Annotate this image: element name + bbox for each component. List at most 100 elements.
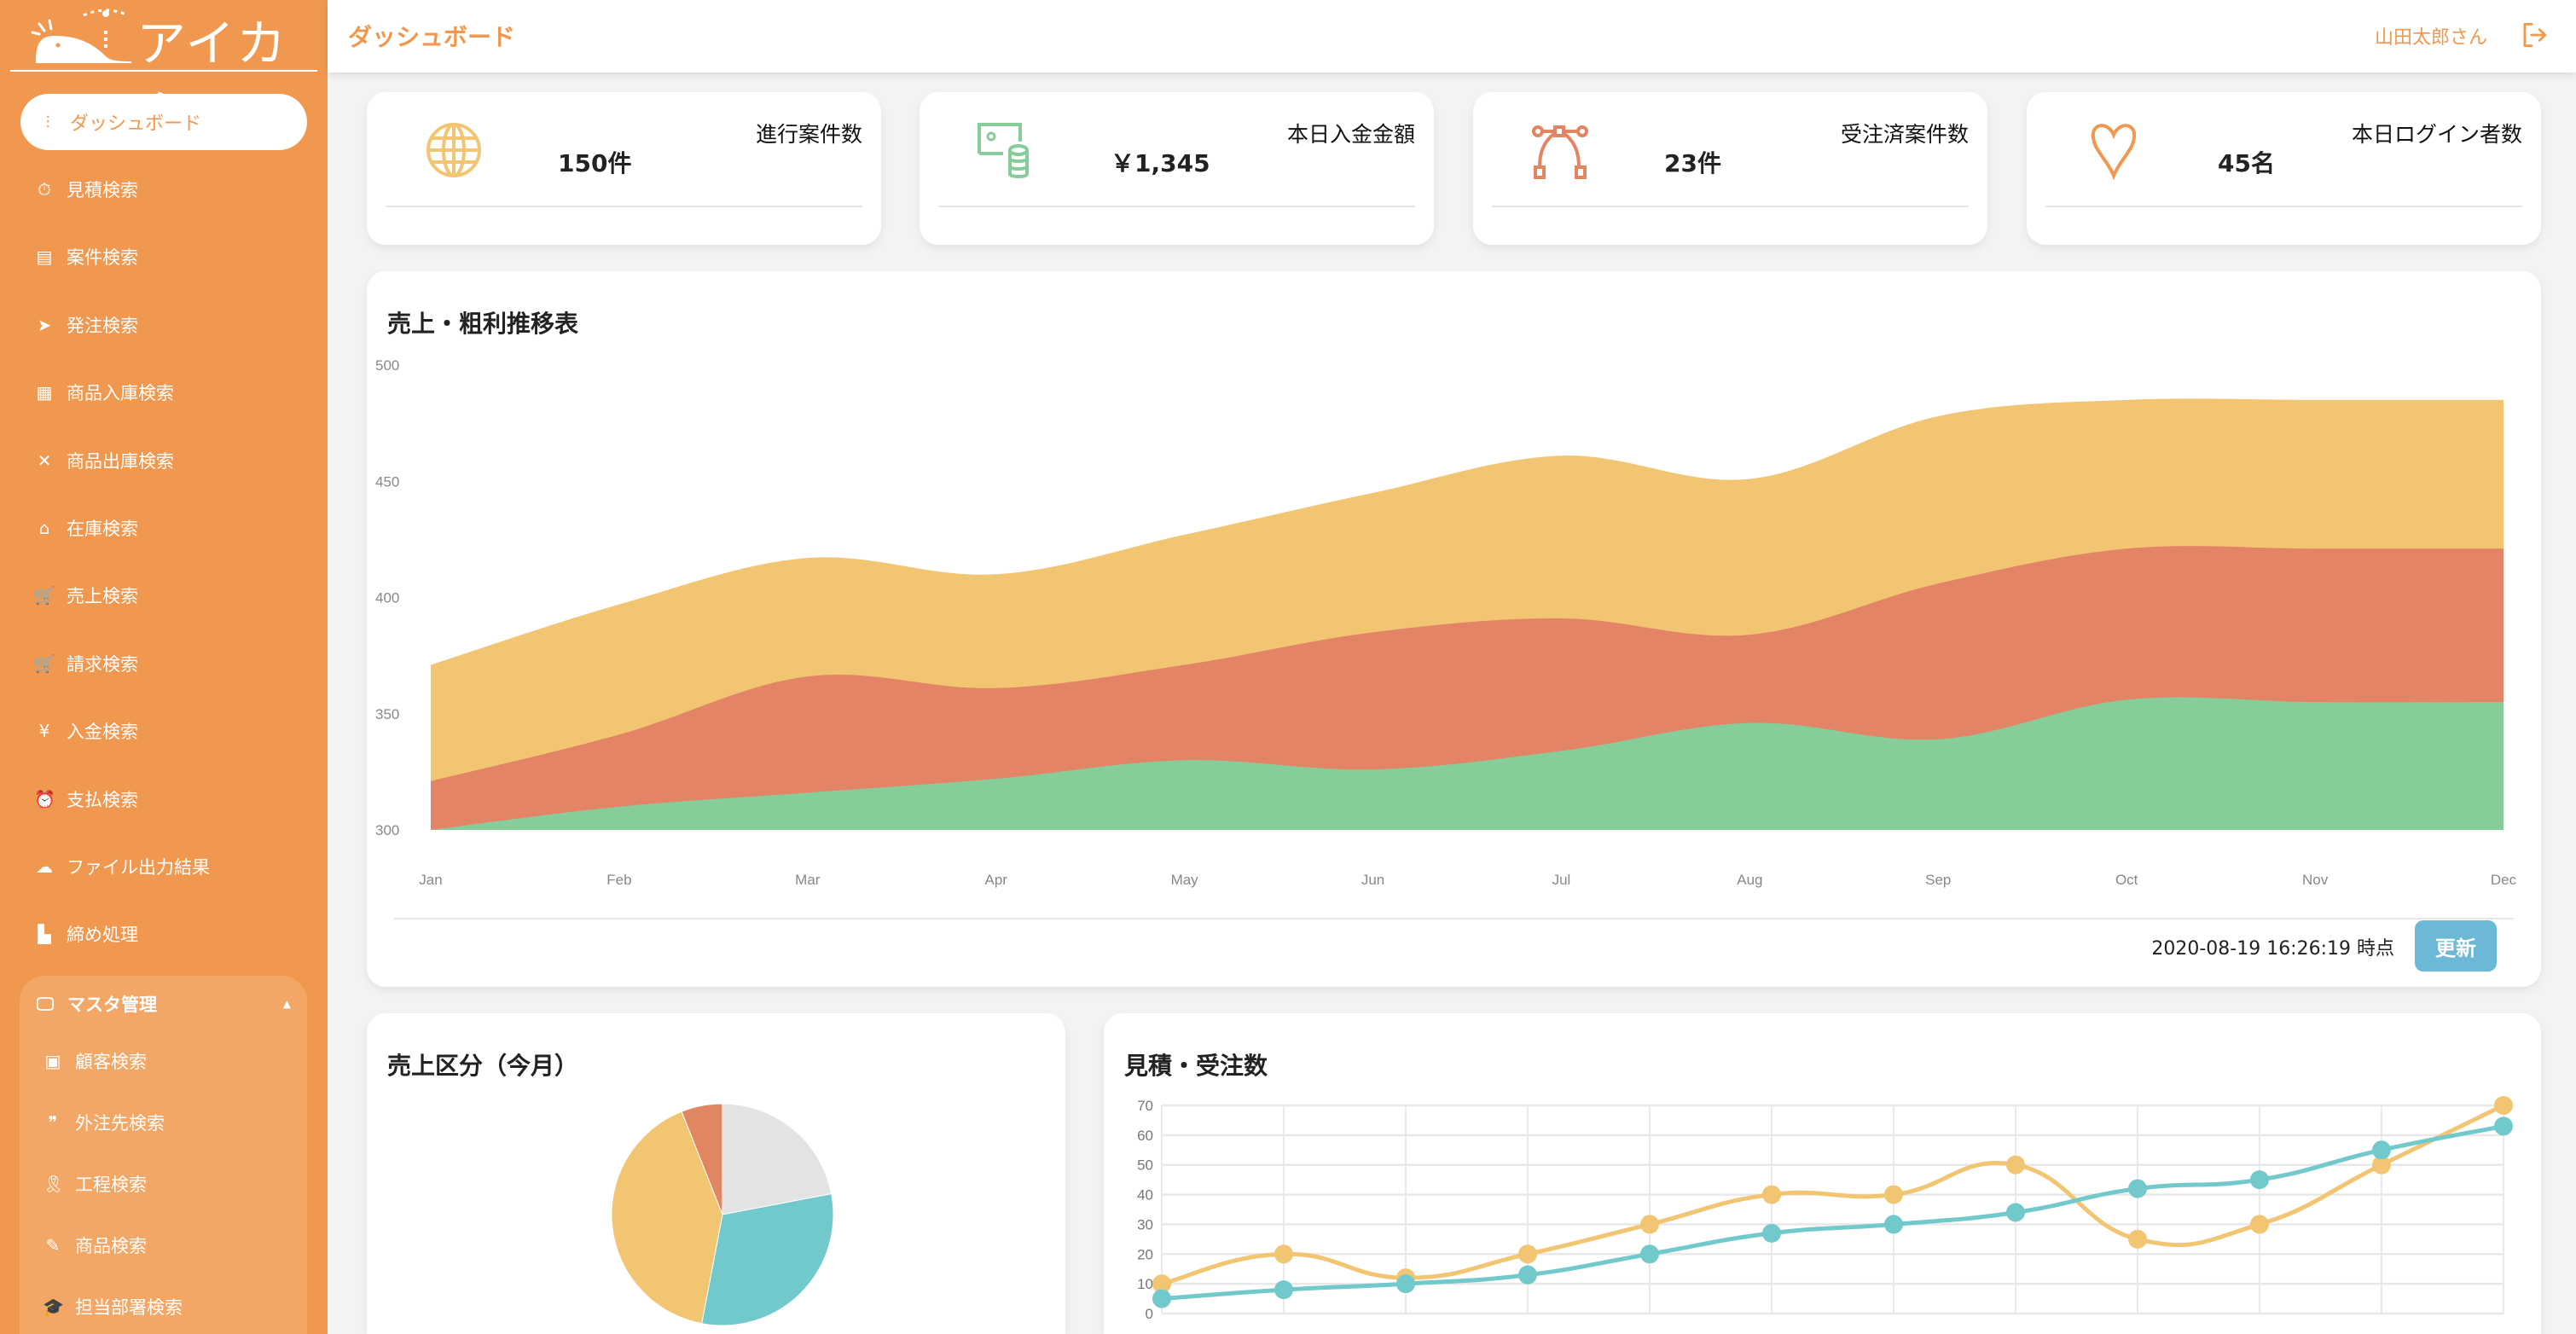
sidebar-subitem[interactable]: ✎ 商品検索 — [43, 1228, 147, 1262]
top-header: ダッシュボード 山田太郎さん — [328, 0, 2576, 72]
stat-label: 受注済案件数 — [1840, 122, 1969, 147]
sidebar-item-label: 商品検索 — [75, 1236, 147, 1256]
sidebar-item[interactable]: 🛒 売上検索 — [34, 578, 138, 612]
sidebar-item[interactable]: ✕ 商品出庫検索 — [34, 444, 174, 478]
stat-value: 150件 — [558, 149, 632, 177]
stopwatch-icon: ⏱ — [38, 179, 51, 200]
bezier-curve-icon — [1532, 125, 1588, 179]
sales-category-card: 売上区分（今月） — [367, 1013, 1065, 1334]
stat-label: 本日入金金額 — [1286, 122, 1415, 147]
sidebar-subitem[interactable]: 🎓 担当部署検索 — [43, 1290, 183, 1324]
stat-card: 進行案件数 150件 — [367, 92, 881, 245]
logout-icon[interactable] — [2518, 19, 2550, 51]
x-tick-label: Nov — [2302, 872, 2329, 888]
user-name-link[interactable]: 山田太郎さん — [2375, 22, 2487, 49]
y-tick-label: 0 — [1146, 1306, 1153, 1322]
sidebar-item[interactable]: 🛒 請求検索 — [34, 647, 138, 681]
sidebar-item-label: 請求検索 — [67, 653, 138, 675]
divider — [1492, 206, 1969, 207]
x-tick-label: Aug — [1737, 872, 1762, 888]
stat-label: 本日ログイン者数 — [2351, 122, 2522, 147]
sidebar-item[interactable]: ☁ ファイル出力結果 — [34, 850, 210, 884]
cloud-download-icon: ☁ — [36, 856, 53, 877]
sidebar-item[interactable]: ➤ 発注検索 — [34, 308, 138, 342]
sidebar-item-label: 見積検索 — [67, 180, 138, 200]
sidebar-item[interactable]: ¥ 入金検索 — [34, 714, 138, 748]
ribbon-icon: 🎗 — [43, 1174, 65, 1194]
x-tick-label: Apr — [984, 872, 1007, 888]
y-tick-label: 30 — [1137, 1216, 1153, 1232]
bank-icon: ⌂ — [38, 518, 50, 538]
sidebar-subitem[interactable]: ❞ 外注先検索 — [43, 1105, 165, 1140]
sidebar-group-master: 🖵 マスタ管理 ▲ ▣ 顧客検索 ❞ 外注先検索 🎗 工程検索 ✎ 商品検索 🎓 担当部署検索 — [20, 976, 307, 1334]
sidebar: アイカタ ⫶ ダッシュボード ⏱ 見積検索 ▤ 案件検索 ➤ 発注検索 ▦ 商品入庫検索 ✕ 商品… — [0, 0, 328, 1334]
area-chart: 300 350 400 450 500 Jan Feb Mar Apr May Jun Jul Aug S… — [375, 357, 2517, 888]
sidebar-item-dashboard[interactable]: ⫶ ダッシュボード — [20, 94, 307, 150]
data-point — [2128, 1179, 2147, 1198]
x-tick-label: Feb — [606, 872, 631, 888]
x-tick-label: Jan — [419, 872, 442, 888]
y-tick-label: 60 — [1137, 1128, 1153, 1144]
data-point — [1762, 1185, 1781, 1204]
tools-icon: ✕ — [37, 450, 52, 471]
sidebar-group-label: マスタ管理 — [67, 995, 157, 1015]
x-tick-label: Jun — [1361, 872, 1384, 888]
box-icon: ▦ — [36, 382, 53, 403]
briefcase-icon: ▣ — [44, 1051, 61, 1071]
sidebar-group-master-toggle[interactable]: 🖵 マスタ管理 ▲ — [35, 991, 291, 1017]
y-tick-label: 40 — [1137, 1187, 1153, 1204]
sidebar-item[interactable]: ⏱ 見積検索 — [34, 172, 138, 206]
update-button[interactable]: 更新 — [2415, 920, 2497, 972]
sidebar-item-label: 案件検索 — [67, 247, 138, 269]
updated-timestamp: 2020-08-19 16:26:19 時点 — [2151, 938, 2394, 960]
divider — [938, 206, 1415, 207]
stat-card: 受注済案件数 23件 — [1473, 92, 1987, 245]
data-point — [2250, 1215, 2269, 1234]
sidebar-item-label: 商品入庫検索 — [67, 383, 174, 404]
data-point — [1640, 1244, 1659, 1264]
data-point — [1396, 1274, 1415, 1294]
sidebar-item-label: 担当部署検索 — [75, 1297, 183, 1318]
sidebar-item[interactable]: ⌂ 在庫検索 — [34, 511, 138, 545]
sidebar-subitem[interactable]: ▣ 顧客検索 — [43, 1044, 147, 1078]
y-tick-label: 450 — [375, 473, 399, 490]
pie-chart — [611, 1103, 834, 1326]
x-tick-label: Dec — [2491, 872, 2517, 888]
y-tick-label: 70 — [1137, 1098, 1153, 1114]
x-tick-label: May — [1171, 872, 1199, 888]
line-chart: 0 10 20 30 40 50 60 70 — [1137, 1096, 2513, 1322]
sidebar-item-label: ダッシュボード — [70, 113, 202, 135]
divider — [394, 918, 2514, 919]
data-point — [1518, 1244, 1537, 1264]
sidebar-subitem[interactable]: 🎗 工程検索 — [43, 1167, 147, 1201]
sidebar-item[interactable]: ▦ 商品入庫検索 — [34, 375, 174, 409]
sidebar-item-label: ファイル出力結果 — [67, 857, 210, 878]
data-point — [1884, 1215, 1903, 1234]
sidebar-item[interactable]: ▙ 締め処理 — [34, 917, 138, 951]
data-point — [1152, 1289, 1171, 1308]
data-point — [2006, 1155, 2025, 1174]
y-tick-label: 300 — [375, 822, 399, 838]
sliders-icon: ⫶ — [45, 112, 50, 132]
data-point — [1762, 1223, 1781, 1243]
pencil-ruler-icon: ✎ — [45, 1235, 61, 1256]
id-card-icon: ▤ — [36, 246, 53, 268]
stat-value: 23件 — [1664, 149, 1721, 177]
estimate-order-card: 見積・受注数 0 10 20 30 40 50 60 70 — [1104, 1013, 2541, 1334]
divider — [2045, 206, 2522, 207]
stat-card: 本日ログイン者数 45名 — [2027, 92, 2541, 245]
data-point — [2494, 1116, 2513, 1136]
yen-icon: ¥ — [38, 721, 50, 742]
globe-icon — [426, 123, 481, 177]
desktop-icon: 🖵 — [36, 993, 55, 1014]
stat-card: 本日入金金額 ￥1,345 — [920, 92, 1434, 245]
sidebar-item[interactable]: ⏰ 支払検索 — [34, 782, 138, 816]
data-point — [2006, 1203, 2025, 1222]
comments-icon: ❞ — [48, 1112, 58, 1133]
sidebar-item-label: 締め処理 — [67, 925, 138, 946]
graduation-cap-icon: 🎓 — [43, 1296, 64, 1317]
data-point — [2372, 1140, 2391, 1160]
sidebar-item[interactable]: ▤ 案件検索 — [34, 240, 138, 274]
data-point — [1884, 1185, 1903, 1204]
logo[interactable]: アイカタ — [10, 0, 317, 144]
